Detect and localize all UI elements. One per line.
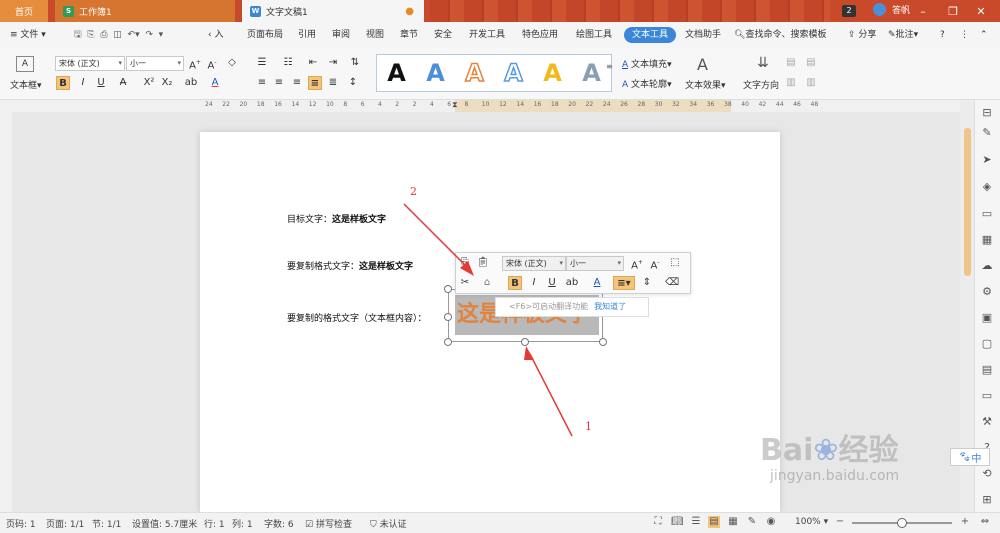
fullscreen-icon[interactable]: ⛶ — [652, 516, 664, 528]
status-col: 列: 1 — [232, 520, 253, 530]
web-view-icon[interactable]: ▦ — [727, 516, 739, 528]
spell-check-icon: ☑ — [305, 520, 316, 530]
baidu-watermark: Bai❀经验 — [760, 425, 899, 469]
status-section: 节: 1/1 — [92, 520, 122, 530]
annotation-label-1: 1 — [585, 420, 592, 433]
watermark-brand2: 经验 — [838, 433, 899, 468]
settings-sliders-icon[interactable]: ⚙ — [980, 285, 994, 299]
paw-icon: ❀ — [813, 433, 839, 468]
pen-icon[interactable]: ✎ — [980, 126, 994, 140]
scrollbar-thumb[interactable] — [964, 128, 971, 276]
eye-protection-icon[interactable]: ◉ — [765, 516, 777, 528]
page-view-icon[interactable]: ▤ — [708, 516, 720, 528]
outline-view-icon[interactable]: ☰ — [690, 516, 702, 528]
spell-check-button[interactable]: ☑ 拼写检查 — [305, 517, 352, 530]
ime-indicator[interactable]: 🐾︎ 中 — [950, 448, 990, 466]
fit-width-icon[interactable]: ⇔ — [979, 516, 991, 528]
zoom-slider-knob[interactable] — [897, 518, 907, 528]
cloud-doc-icon[interactable]: ▢ — [980, 337, 994, 351]
zoom-in-icon[interactable]: + — [959, 516, 971, 528]
status-chars[interactable]: 字数: 6 — [264, 517, 294, 530]
pages-icon[interactable]: ▣ — [980, 311, 994, 325]
zoom-level[interactable]: 100% ▾ — [795, 517, 828, 527]
cert-button[interactable]: ⛉ 未认证 — [370, 517, 407, 530]
sidebar-expand-icon[interactable]: ⊟ — [980, 106, 994, 120]
backup-icon[interactable]: ☁ — [980, 259, 994, 273]
tool-icon[interactable]: ⚒ — [980, 415, 994, 429]
status-page[interactable]: 页面: 1/1 — [46, 517, 84, 530]
watermark-url: jingyan.baidu.com — [770, 468, 900, 484]
write-mode-icon[interactable]: ✎ — [746, 516, 758, 528]
layout-icon[interactable]: ▭ — [980, 207, 994, 221]
spell-check-label: 拼写检查 — [315, 520, 352, 530]
annotation-label-2: 2 — [410, 185, 417, 198]
cert-label: 未认证 — [379, 520, 407, 530]
status-setting[interactable]: 设置值: 5.7厘米 — [132, 517, 197, 530]
template-icon[interactable]: ▤ — [980, 363, 994, 377]
grid-view-icon[interactable]: ⊞ — [980, 493, 994, 507]
history-icon[interactable]: ⟲ — [980, 467, 994, 481]
read-mode-icon[interactable]: 📖︎ — [671, 516, 684, 528]
zoom-out-icon[interactable]: − — [834, 516, 846, 528]
arrow-2-head — [460, 261, 474, 276]
arrow-1-line — [529, 353, 573, 437]
shield-icon: ⛉ — [370, 520, 380, 530]
zoom-level-label: 100% — [795, 517, 821, 527]
watermark-brand: Bai — [760, 433, 814, 468]
arrow-1-head — [524, 346, 534, 360]
archive-icon[interactable]: ▭ — [980, 389, 994, 403]
select-arrow-icon[interactable]: ➤ — [980, 153, 994, 167]
table-icon[interactable]: ▦ — [980, 233, 994, 247]
arrow-2-line — [403, 203, 471, 271]
shapes-icon[interactable]: ◈ — [980, 180, 994, 194]
status-row: 行: 1 — [204, 520, 225, 530]
ime-label: 中 — [971, 453, 982, 465]
ime-paw-icon: 🐾︎ — [958, 451, 972, 463]
status-page-code: 页码: 1 — [6, 520, 36, 530]
